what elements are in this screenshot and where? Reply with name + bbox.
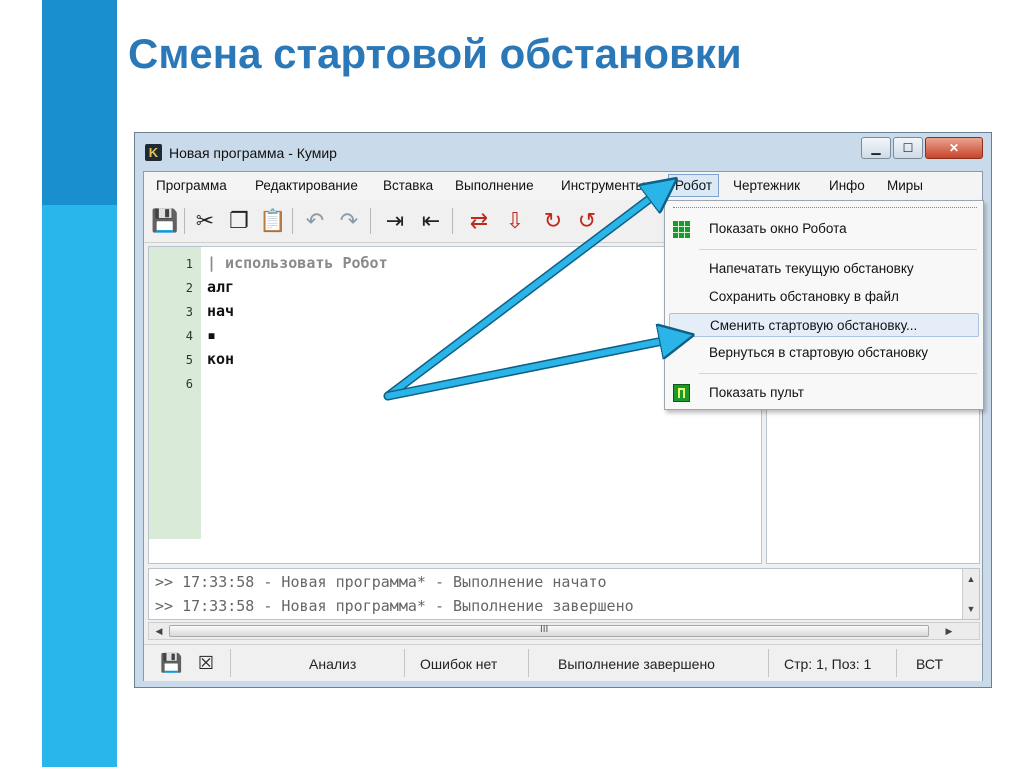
menu-instrumenty[interactable]: Инструменты	[561, 178, 645, 193]
horizontal-scrollbar[interactable]: ◀ III ▶	[148, 622, 980, 640]
line-number: 1	[185, 257, 193, 271]
toolbar-separator	[370, 208, 371, 234]
menu-vypolnenie[interactable]: Выполнение	[455, 178, 534, 193]
redo-icon[interactable]: ↷	[334, 206, 364, 236]
menu-item-change-start-environment[interactable]: Сменить стартовую обстановку...	[669, 313, 979, 337]
status-errors: Ошибок нет	[420, 656, 498, 672]
status-analysis: Анализ	[309, 656, 357, 672]
close-status-icon[interactable]: ☒	[196, 653, 216, 673]
status-separator	[404, 649, 405, 677]
menu-info[interactable]: Инфо	[829, 178, 865, 193]
slide-title: Смена стартовой обстановки	[128, 30, 742, 77]
menu-separator	[699, 373, 977, 374]
menu-item-print-environment[interactable]: Напечатать текущую обстановку	[669, 257, 979, 281]
toolbar-separator	[184, 208, 185, 234]
menu-item-label: Вернуться в стартовую обстановку	[709, 345, 929, 360]
menu-item-label: Показать окно Робота	[709, 221, 847, 236]
menu-redaktirovanie[interactable]: Редактирование	[255, 178, 358, 193]
paste-icon[interactable]: 📋	[258, 206, 288, 236]
app-icon: K	[145, 144, 162, 161]
title-bar[interactable]: K Новая программа - Кумир ▁ ☐ ✕	[135, 133, 991, 171]
output-vertical-scrollbar[interactable]: ▲ ▼	[962, 569, 979, 619]
undo-icon[interactable]: ↶	[300, 206, 330, 236]
code-line: нач	[207, 302, 235, 320]
menu-tear-line	[673, 207, 977, 208]
status-position: Стр: 1, Поз: 1	[784, 656, 872, 672]
minimize-button[interactable]: ▁	[861, 137, 891, 159]
menu-robot[interactable]: Робот	[668, 174, 720, 197]
menu-bar: Программа Редактирование Вставка Выполне…	[144, 172, 982, 200]
code-line: кон	[207, 350, 235, 368]
menu-item-return-start-environment[interactable]: Вернуться в стартовую обстановку	[669, 341, 979, 365]
scroll-left-icon[interactable]: ◀	[151, 623, 167, 639]
scrollbar-thumb[interactable]: III	[169, 624, 929, 637]
robot-dropdown-menu: Показать окно Робота Напечатать текущую …	[664, 200, 984, 410]
menu-chertezhnik[interactable]: Чертежник	[733, 178, 800, 193]
status-state: Выполнение завершено	[558, 656, 715, 672]
menu-item-show-robot-window[interactable]: Показать окно Робота	[669, 217, 979, 241]
line-number: 2	[185, 281, 193, 295]
code-line: ▪	[207, 326, 217, 344]
code-line: | использовать Робот	[207, 254, 388, 272]
line-number: 4	[185, 329, 193, 343]
scroll-up-icon[interactable]: ▲	[963, 571, 979, 587]
status-separator	[230, 649, 231, 677]
indent-icon[interactable]: ⇥	[380, 206, 410, 236]
code-line: алг	[207, 278, 235, 296]
menu-item-label: Напечатать текущую обстановку	[709, 261, 914, 276]
step-into-icon[interactable]: ↻	[538, 206, 568, 236]
menu-miry[interactable]: Миры	[887, 178, 923, 193]
maximize-button[interactable]: ☐	[893, 137, 923, 159]
line-number: 3	[185, 305, 193, 319]
line-number: 5	[185, 353, 193, 367]
line-number-gutter: 1 2 3 4 5 6	[149, 247, 201, 539]
panel-icon	[673, 384, 690, 402]
menu-item-show-panel[interactable]: Показать пульт	[669, 381, 979, 405]
status-separator	[896, 649, 897, 677]
menu-item-label: Показать пульт	[709, 385, 804, 400]
step-out-icon[interactable]: ↺	[572, 206, 602, 236]
scroll-right-icon[interactable]: ▶	[941, 623, 957, 639]
grid-icon	[673, 221, 690, 238]
menu-item-save-environment[interactable]: Сохранить обстановку в файл	[669, 285, 979, 309]
unindent-icon[interactable]: ⇤	[416, 206, 446, 236]
output-line: >> 17:33:58 - Новая программа* - Выполне…	[155, 573, 607, 591]
line-number: 6	[185, 377, 193, 391]
status-bar: 💾 ☒ Анализ Ошибок нет Выполнение заверше…	[144, 644, 982, 681]
menu-separator	[699, 249, 977, 250]
output-line: >> 17:33:58 - Новая программа* - Выполне…	[155, 597, 634, 615]
menu-programma[interactable]: Программа	[156, 178, 227, 193]
scroll-down-icon[interactable]: ▼	[963, 601, 979, 617]
status-separator	[768, 649, 769, 677]
toolbar-separator	[292, 208, 293, 234]
run-icon[interactable]: ⇄	[464, 206, 494, 236]
menu-vstavka[interactable]: Вставка	[383, 178, 433, 193]
save-icon[interactable]: 💾	[150, 206, 180, 236]
close-button[interactable]: ✕	[925, 137, 983, 159]
cut-icon[interactable]: ✂	[190, 206, 220, 236]
toolbar-separator	[452, 208, 453, 234]
output-panel: >> 17:33:58 - Новая программа* - Выполне…	[148, 568, 980, 620]
step-icon[interactable]: ⇩	[500, 206, 530, 236]
window-title: Новая программа - Кумир	[169, 145, 337, 161]
menu-item-label: Сохранить обстановку в файл	[709, 289, 899, 304]
thumb-grip: III	[540, 624, 549, 635]
side-bar-light	[42, 205, 117, 767]
save-status-icon[interactable]: 💾	[160, 653, 182, 673]
status-mode: ВСТ	[916, 656, 944, 672]
status-separator	[528, 649, 529, 677]
menu-item-label: Сменить стартовую обстановку...	[710, 318, 918, 333]
copy-icon[interactable]: ❐	[224, 206, 254, 236]
